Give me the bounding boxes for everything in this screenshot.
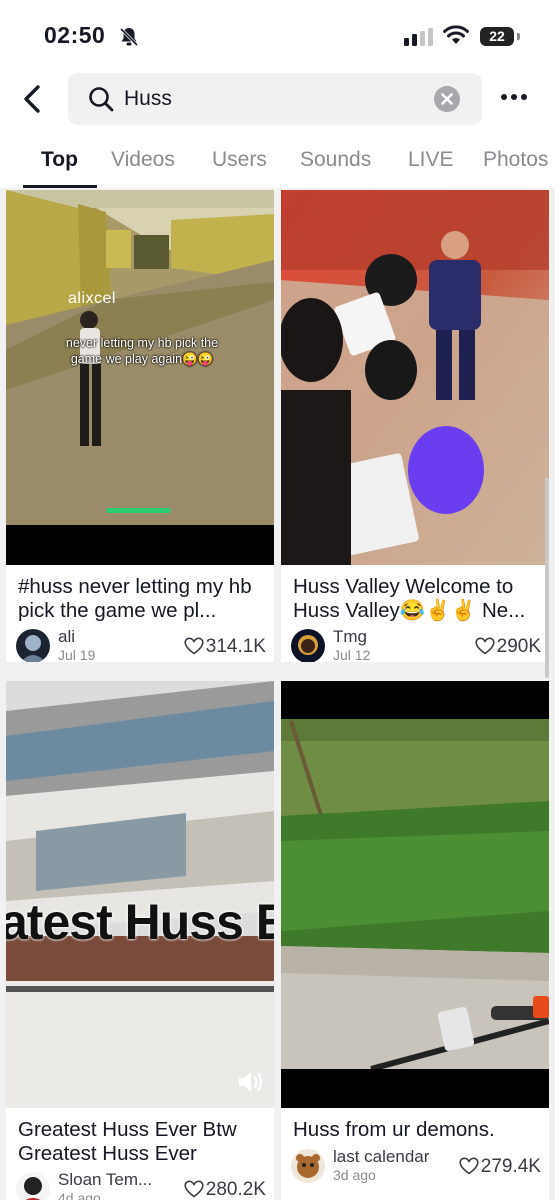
tab-sounds[interactable]: Sounds [300, 148, 371, 172]
tab-users[interactable]: Users [212, 148, 267, 172]
search-icon [88, 86, 114, 117]
status-time: 02:50 [44, 22, 106, 48]
author-name[interactable]: last calendar [333, 1147, 429, 1167]
more-icon[interactable] [500, 87, 528, 112]
heart-icon [459, 1157, 479, 1175]
video-caption: Huss from ur demons. [293, 1118, 495, 1141]
speaker-icon[interactable] [237, 1069, 265, 1100]
author-name[interactable]: Tmg [333, 627, 367, 647]
scrollbar[interactable] [545, 478, 549, 678]
video-meta: Tmg Jul 12 290K [291, 627, 541, 662]
like-count: 279.4K [459, 1156, 541, 1178]
overlay-text: never letting my hb pick the game we pla… [65, 336, 219, 366]
tab-live[interactable]: LIVE [408, 148, 454, 172]
status-bar: 02:50 22 [0, 0, 555, 70]
avatar[interactable] [16, 1172, 50, 1200]
video-card[interactable]: alixcel never letting my hb pick the gam… [6, 190, 274, 662]
post-date: 3d ago [333, 1167, 376, 1183]
video-meta: last calendar 3d ago 279.4K [291, 1147, 541, 1187]
heart-icon [475, 637, 495, 655]
video-caption: Huss Valley Welcome to Huss Valley😂✌️✌️ … [293, 575, 526, 622]
search-header [0, 70, 555, 130]
video-card[interactable]: Huss from ur demons. last calendar 3d ag… [281, 681, 549, 1200]
heart-icon [184, 1180, 204, 1198]
like-count: 290K [475, 636, 541, 658]
tab-photos[interactable]: Photos [483, 148, 548, 172]
battery-icon: 22 [480, 27, 514, 46]
post-date: Jul 19 [58, 647, 96, 662]
tab-videos[interactable]: Videos [111, 148, 175, 172]
like-count-value: 290K [496, 636, 541, 657]
video-meta: Sloan Tem... 4d ago 280.2K [16, 1170, 266, 1200]
heart-icon [184, 637, 204, 655]
avatar[interactable] [16, 629, 50, 662]
video-thumbnail[interactable]: alixcel never letting my hb pick the gam… [6, 190, 274, 565]
overlay-username: alixcel [68, 290, 116, 307]
wifi-icon [443, 25, 469, 50]
like-count: 314.1K [184, 636, 266, 658]
avatar[interactable] [291, 629, 325, 662]
video-meta: ali Jul 19 314.1K [16, 627, 266, 662]
video-thumbnail[interactable]: atest Huss E [6, 681, 274, 1108]
author-name[interactable]: Sloan Tem... [58, 1170, 152, 1190]
author-name[interactable]: ali [58, 627, 75, 647]
video-card[interactable]: Huss Valley Welcome to Huss Valley😂✌️✌️ … [281, 190, 549, 662]
video-caption: Greatest Huss Ever Btw Greatest Huss Eve… [18, 1118, 237, 1165]
signal-icon [404, 28, 434, 51]
like-count-value: 280.2K [205, 1179, 266, 1200]
post-date: 4d ago [58, 1190, 101, 1200]
tab-bar: Top Videos Users Sounds LIVE Photos [0, 130, 555, 188]
video-thumbnail[interactable] [281, 190, 549, 565]
search-input[interactable] [124, 73, 424, 125]
battery-tip [517, 33, 520, 40]
avatar[interactable] [291, 1149, 325, 1183]
video-caption: #huss never letting my hb pick the game … [18, 575, 252, 622]
like-count-value: 279.4K [480, 1156, 541, 1177]
video-thumbnail[interactable] [281, 681, 549, 1108]
overlay-text: atest Huss E [6, 894, 274, 950]
clear-icon[interactable] [434, 86, 460, 112]
active-tab-indicator [23, 185, 97, 188]
back-arrow-icon[interactable] [20, 84, 44, 119]
like-count: 280.2K [184, 1179, 266, 1200]
video-card[interactable]: atest Huss E Greatest Huss Ever Btw Grea… [6, 681, 274, 1200]
search-box[interactable] [68, 73, 482, 125]
tab-top[interactable]: Top [41, 148, 78, 172]
post-date: Jul 12 [333, 647, 371, 662]
bell-off-icon [118, 26, 140, 53]
like-count-value: 314.1K [205, 636, 266, 657]
